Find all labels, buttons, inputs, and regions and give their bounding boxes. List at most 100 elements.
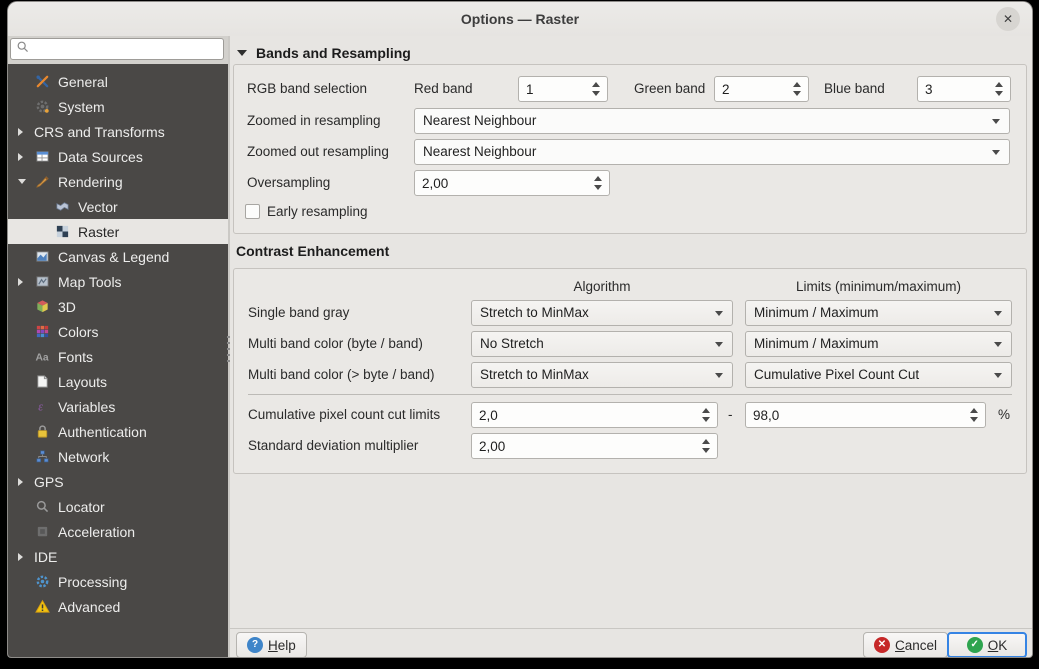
green-band-value[interactable] [715, 77, 795, 101]
chevron-down-icon[interactable] [18, 179, 34, 184]
sidebar-item-locator[interactable]: Locator [8, 494, 228, 519]
multi-band-gt-byte-algorithm-select[interactable]: Stretch to MinMax [471, 362, 733, 388]
oversampling-value[interactable] [415, 171, 596, 195]
sidebar-item-advanced[interactable]: Advanced [8, 594, 228, 619]
svg-text:ε: ε [38, 400, 43, 414]
data-sources-icon [34, 149, 51, 165]
single-band-gray-limits-value: Minimum / Maximum [754, 305, 879, 320]
contrast-group-title: Contrast Enhancement [236, 243, 390, 259]
multi-band-byte-limits-select[interactable]: Minimum / Maximum [745, 331, 1012, 357]
sidebar-item-label: Rendering [58, 173, 123, 190]
multi-band-byte-label: Multi band color (byte / band) [248, 336, 423, 351]
canvas-legend-icon [34, 249, 51, 265]
single-band-gray-algorithm-select[interactable]: Stretch to MinMax [471, 300, 733, 326]
multi-band-byte-limits-value: Minimum / Maximum [754, 336, 879, 351]
single-band-gray-label: Single band gray [248, 305, 350, 320]
sidebar-item-label: System [58, 98, 105, 115]
bands-groupbox: RGB band selection Red band Green band B… [233, 64, 1027, 234]
spinner-arrows-icon[interactable] [791, 77, 803, 101]
blue-band-spinner[interactable] [917, 76, 1011, 102]
green-band-spinner[interactable] [714, 76, 809, 102]
stddev-multiplier-value[interactable] [472, 434, 704, 458]
spinner-arrows-icon[interactable] [700, 403, 712, 427]
search-input[interactable] [10, 38, 224, 60]
sidebar-item-crs-and-transforms[interactable]: CRS and Transforms [8, 119, 228, 144]
spinner-arrows-icon[interactable] [590, 77, 602, 101]
limits-column-header: Limits (minimum/maximum) [796, 279, 961, 294]
sidebar-item-ide[interactable]: IDE [8, 544, 228, 569]
cancel-button-label: Cancel [895, 637, 938, 653]
sidebar-item-label: Colors [58, 323, 99, 340]
cancel-icon: ✕ [874, 637, 890, 653]
help-button[interactable]: ? Help [236, 632, 307, 657]
raster-icon [54, 224, 71, 240]
multi-band-byte-algorithm-select[interactable]: No Stretch [471, 331, 733, 357]
multi-band-byte-algorithm-value: No Stretch [480, 336, 544, 351]
spinner-arrows-icon[interactable] [968, 403, 980, 427]
early-resampling-checkbox[interactable] [245, 204, 260, 219]
sidebar-item-system[interactable]: System [8, 94, 228, 119]
settings-sidebar: General System CRS and Transforms Data Sour… [8, 36, 228, 657]
chevron-right-icon[interactable] [18, 277, 34, 286]
ok-button[interactable]: ✓ OK [947, 632, 1027, 657]
chevron-right-icon[interactable] [18, 552, 34, 561]
blue-band-value[interactable] [918, 77, 997, 101]
sidebar-item-authentication[interactable]: Authentication [8, 419, 228, 444]
sidebar-item-data-sources[interactable]: Data Sources [8, 144, 228, 169]
oversampling-spinner[interactable] [414, 170, 610, 196]
blue-band-label: Blue band [824, 81, 885, 96]
3d-icon [34, 299, 51, 315]
close-button[interactable]: ✕ [996, 7, 1020, 31]
zoomed-in-resampling-select[interactable]: Nearest Neighbour [414, 108, 1010, 134]
sidebar-item-3d[interactable]: 3D [8, 294, 228, 319]
cumulative-min-spinner[interactable] [471, 402, 718, 428]
spinner-arrows-icon[interactable] [700, 434, 712, 458]
sidebar-item-gps[interactable]: GPS [8, 469, 228, 494]
sidebar-item-map-tools[interactable]: Map Tools [8, 269, 228, 294]
spinner-arrows-icon[interactable] [592, 171, 604, 195]
sidebar-item-raster[interactable]: Raster [8, 219, 228, 244]
sidebar-item-acceleration[interactable]: Acceleration [8, 519, 228, 544]
sidebar-item-label: Layouts [58, 373, 108, 390]
sidebar-item-fonts[interactable]: Aa Fonts [8, 344, 228, 369]
sidebar-item-label: Raster [78, 223, 120, 240]
multi-band-gt-byte-limits-select[interactable]: Cumulative Pixel Count Cut [745, 362, 1012, 388]
cumulative-max-spinner[interactable] [745, 402, 986, 428]
single-band-gray-limits-select[interactable]: Minimum / Maximum [745, 300, 1012, 326]
bands-group-header[interactable]: Bands and Resampling [237, 45, 411, 61]
multi-band-gt-byte-label: Multi band color (> byte / band) [248, 367, 435, 382]
map-tools-icon [34, 274, 51, 290]
spinner-arrows-icon[interactable] [993, 77, 1005, 101]
chevron-right-icon[interactable] [18, 152, 34, 161]
sidebar-item-rendering[interactable]: Rendering [8, 169, 228, 194]
zoomed-out-resampling-select[interactable]: Nearest Neighbour [414, 139, 1010, 165]
chevron-right-icon[interactable] [18, 477, 34, 486]
cumulative-cut-limits-label: Cumulative pixel count cut limits [248, 407, 441, 422]
algorithm-column-header: Algorithm [573, 279, 631, 294]
multi-band-gt-byte-limits-value: Cumulative Pixel Count Cut [754, 367, 920, 382]
red-band-value[interactable] [519, 77, 594, 101]
bands-group-title: Bands and Resampling [256, 45, 411, 61]
sidebar-item-processing[interactable]: Processing [8, 569, 228, 594]
advanced-icon [34, 599, 51, 615]
sidebar-item-colors[interactable]: Colors [8, 319, 228, 344]
processing-icon [34, 574, 51, 590]
dropdown-arrow-icon [994, 373, 1002, 378]
sidebar-item-general[interactable]: General [8, 69, 228, 94]
cancel-button[interactable]: ✕ Cancel [863, 632, 949, 657]
sidebar-item-variables[interactable]: ε Variables [8, 394, 228, 419]
collapse-arrow-icon [237, 50, 247, 56]
cumulative-min-value[interactable] [472, 403, 704, 427]
footer-separator [230, 628, 1032, 629]
sidebar-item-layouts[interactable]: Layouts [8, 369, 228, 394]
red-band-spinner[interactable] [518, 76, 608, 102]
single-band-gray-algorithm-value: Stretch to MinMax [480, 305, 589, 320]
chevron-right-icon[interactable] [18, 127, 34, 136]
stddev-multiplier-spinner[interactable] [471, 433, 718, 459]
cumulative-max-value[interactable] [746, 403, 972, 427]
sidebar-item-network[interactable]: Network [8, 444, 228, 469]
fonts-icon: Aa [34, 349, 51, 365]
sidebar-item-vector[interactable]: Vector [8, 194, 228, 219]
sidebar-item-canvas-legend[interactable]: Canvas & Legend [8, 244, 228, 269]
svg-text:Aa: Aa [35, 352, 48, 363]
